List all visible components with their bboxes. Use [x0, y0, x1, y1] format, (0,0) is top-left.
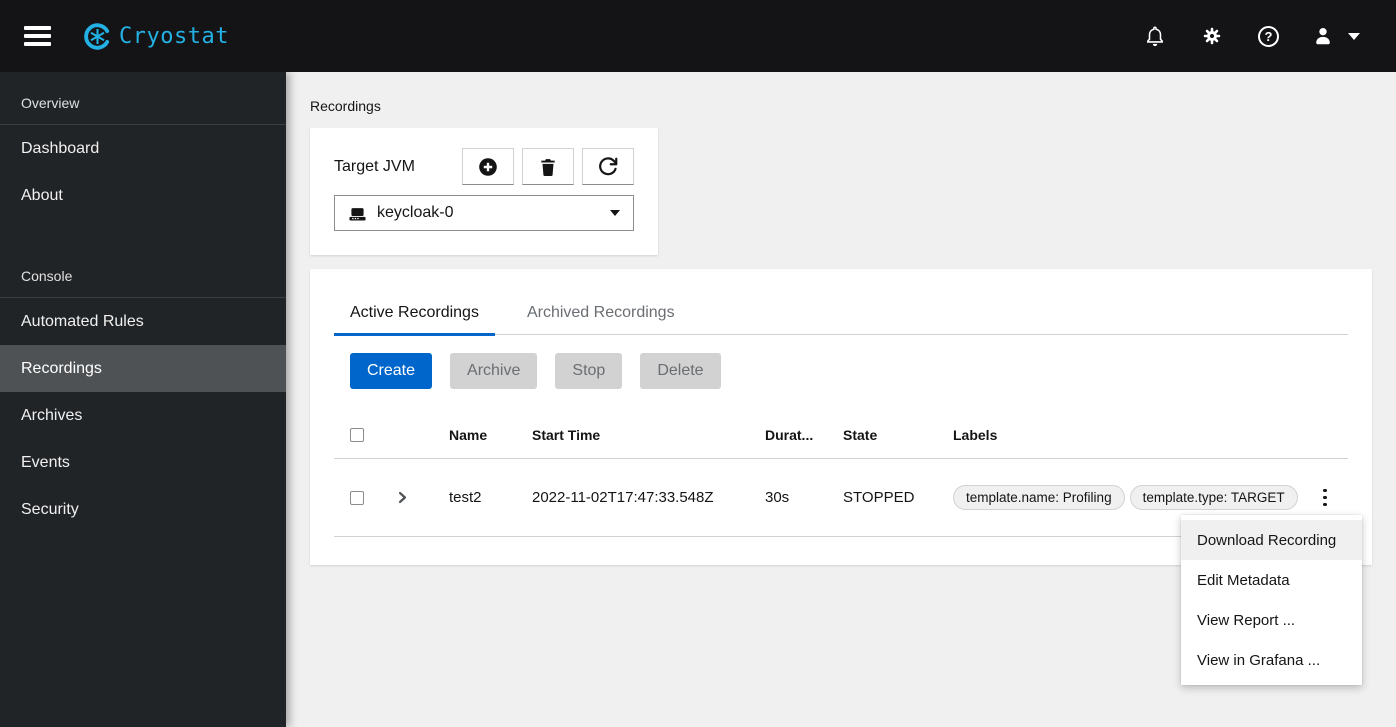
sidebar-item-about[interactable]: About	[0, 172, 286, 219]
recording-duration: 30s	[765, 489, 790, 506]
recordings-tabs: Active Recordings Archived Recordings	[334, 293, 1348, 336]
stop-recording-button[interactable]: Stop	[555, 353, 623, 389]
recording-labels: template.name: Profiling template.type: …	[953, 485, 1302, 510]
trash-icon	[538, 156, 558, 178]
delete-target-button[interactable]	[522, 148, 574, 185]
refresh-icon	[597, 156, 619, 178]
label-template-name: template.name: Profiling	[953, 485, 1125, 510]
breadcrumb: Recordings	[310, 98, 381, 114]
brand[interactable]: Cryostat	[83, 22, 229, 51]
menu-item-view-in-grafana[interactable]: View in Grafana ...	[1181, 640, 1362, 680]
menu-item-download-recording[interactable]: Download Recording	[1181, 520, 1362, 560]
recording-start-time: 2022-11-02T17:47:33.548Z	[532, 489, 714, 506]
chevron-down-icon	[610, 210, 620, 216]
target-select-dropdown[interactable]: keycloak-0	[334, 195, 634, 231]
nav-toggle-button[interactable]	[18, 20, 57, 52]
row-actions-menu: Download Recording Edit Metadata View Re…	[1181, 515, 1362, 685]
help-button[interactable]: ?	[1256, 24, 1281, 49]
sidebar-item-automated-rules[interactable]: Automated Rules	[0, 298, 286, 345]
chevron-right-icon	[396, 491, 409, 504]
label-template-type: template.type: TARGET	[1129, 485, 1298, 510]
user-menu[interactable]	[1312, 25, 1360, 47]
selected-target-value: keycloak-0	[377, 204, 454, 221]
container-node-icon	[348, 204, 367, 223]
recording-state: STOPPED	[843, 489, 915, 506]
nav-group-console: Console Automated Rules Recordings Archi…	[0, 245, 286, 533]
create-recording-button[interactable]: Create	[350, 353, 433, 389]
question-icon: ?	[1258, 25, 1279, 47]
settings-button[interactable]	[1199, 23, 1225, 49]
recording-name: test2	[449, 489, 482, 506]
column-header-name: Name	[449, 427, 488, 443]
plus-circle-icon	[477, 156, 499, 178]
target-jvm-card: Target JVM keycloak-0	[310, 128, 658, 255]
user-icon	[1312, 25, 1334, 47]
table-header-row: Name Start Time Durat... State Labels	[334, 412, 1348, 459]
sidebar-item-recordings[interactable]: Recordings	[0, 345, 286, 392]
create-target-button[interactable]	[462, 148, 514, 185]
sidebar-item-archives[interactable]: Archives	[0, 392, 286, 439]
row-checkbox[interactable]	[350, 490, 364, 505]
menu-item-view-report[interactable]: View Report ...	[1181, 600, 1362, 640]
menu-item-edit-metadata[interactable]: Edit Metadata	[1181, 560, 1362, 600]
divider	[0, 219, 286, 245]
archive-recording-button[interactable]: Archive	[450, 353, 538, 389]
delete-recording-button[interactable]: Delete	[640, 353, 721, 389]
sidebar-item-events[interactable]: Events	[0, 439, 286, 486]
nav-group-title: Console	[21, 268, 73, 284]
tab-archived-recordings[interactable]: Archived Recordings	[511, 293, 691, 334]
masthead: Cryostat ?	[0, 0, 1396, 72]
tab-active-recordings[interactable]: Active Recordings	[334, 293, 495, 336]
notifications-button[interactable]	[1142, 23, 1168, 49]
brand-name: Cryostat	[119, 23, 229, 49]
column-header-duration: Durat...	[765, 427, 814, 443]
recordings-toolbar: Create Archive Stop Delete	[350, 353, 1348, 389]
gear-icon	[1201, 25, 1223, 47]
sidebar-item-dashboard[interactable]: Dashboard	[0, 125, 286, 172]
select-all-checkbox[interactable]	[350, 428, 364, 442]
expand-row-button[interactable]	[390, 485, 415, 510]
target-jvm-label: Target JVM	[334, 157, 415, 175]
column-header-state: State	[843, 427, 878, 443]
column-header-labels: Labels	[953, 427, 998, 443]
column-header-start-time: Start Time	[532, 427, 601, 443]
row-actions-kebab-button[interactable]	[1317, 483, 1333, 513]
bell-icon	[1144, 25, 1166, 47]
chevron-down-icon	[1348, 32, 1360, 40]
refresh-targets-button[interactable]	[582, 148, 634, 185]
nav-group-title: Overview	[21, 95, 80, 111]
sidebar-item-security[interactable]: Security	[0, 486, 286, 533]
sidebar: Overview Dashboard About Console Automat…	[0, 72, 286, 727]
nav-group-overview: Overview Dashboard About	[0, 72, 286, 219]
cryostat-logo-icon	[83, 22, 112, 51]
